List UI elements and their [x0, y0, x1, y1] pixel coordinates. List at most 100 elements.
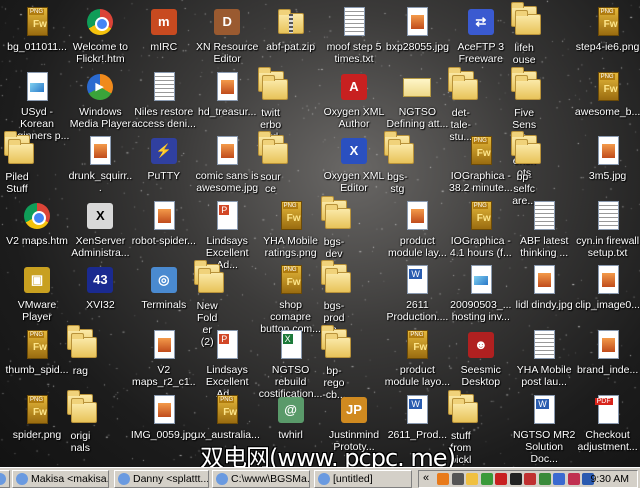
desktop-icon[interactable]: X XenServer Administra... [67, 200, 133, 259]
desktop-icon[interactable]: V2 maps_r2_c1... [131, 329, 197, 400]
desktop-icon[interactable]: IOGraphica - 4.1 hours (f... [448, 200, 514, 259]
desktop-icon[interactable]: product module layo... [384, 329, 450, 388]
desktop-icon[interactable]: @ twhirl [258, 394, 324, 441]
desktop-icon[interactable]: bxp28055.jpg [384, 6, 450, 53]
desktop-icon[interactable]: lidl dindy.jpg [511, 264, 577, 311]
taskbar-button[interactable]: ... [0, 470, 10, 488]
taskbar-button[interactable]: C:\www\BGSMa... [212, 470, 310, 488]
network-icon[interactable] [553, 473, 565, 485]
desktop-icon[interactable]: bp-selfcare... [511, 131, 542, 207]
desktop-icon-label: ABF latest thinking ... [519, 234, 569, 259]
desktop-icon[interactable]: 43 XVI32 [67, 264, 133, 311]
desktop-icon[interactable]: product module lay... [384, 200, 450, 259]
desktop-icon-label: abf-pat.zip [266, 41, 316, 53]
desktop-icon[interactable]: awesome_b... [575, 71, 640, 118]
desktop-icon[interactable]: 20090503_... hosting inv... [448, 264, 514, 323]
folder-icon [68, 330, 100, 362]
desktop-icon[interactable]: spider.png [4, 394, 70, 441]
desktop-icon[interactable]: Lindsays Excellent Ad... [194, 329, 260, 400]
desktop-icon[interactable]: source [257, 131, 288, 195]
taskbar-button[interactable]: Makisa <makisa... [12, 470, 109, 488]
desktop-icon[interactable]: originals [67, 389, 98, 454]
desktop-icon[interactable]: IMG_0059.jpg [131, 394, 197, 441]
desktop-icon[interactable]: det-tale-stu... [447, 66, 478, 143]
txt-icon [338, 6, 370, 38]
desktop-icon[interactable]: thumb_spid... [4, 329, 70, 376]
clock-app-icon[interactable] [466, 473, 478, 485]
desktop-icon[interactable]: robot-spider... [131, 200, 197, 247]
desktop-icon[interactable]: clip_image0... [575, 264, 640, 311]
desktop-icon[interactable]: drunk_squirr... [67, 135, 133, 194]
tray-expand-chevron[interactable]: « [423, 472, 429, 484]
desktop-icon[interactable]: stuff from pickles [447, 389, 478, 478]
desktop-icon[interactable]: Welcome to Flickr!.htm [67, 6, 133, 65]
app-icon: D [211, 6, 243, 38]
desktop-icon[interactable]: ABF latest thinking ... [511, 200, 577, 259]
desktop-icon[interactable]: NGTSO MR2 Solution Doc... [511, 394, 577, 465]
taskbar-button-label: Danny <splattt... [133, 473, 209, 485]
desktop-icon[interactable]: Windows Media Player [67, 71, 133, 130]
desktop-icon[interactable]: Piled Stuff [4, 131, 34, 195]
messenger-icon[interactable] [480, 473, 493, 485]
desktop-icon[interactable]: ▣ VMware Player [4, 264, 70, 323]
desktop-icon[interactable]: New Folder (2) [194, 260, 225, 348]
desktop-icon[interactable]: hd_treasur... [194, 71, 260, 118]
desktop-icon[interactable]: YHA Mobile ratings.png [258, 200, 324, 259]
desktop-icon[interactable]: IOGraphica - 38.2 minute... [448, 135, 514, 194]
desktop-icon-label: AceFTP 3 Freeware [457, 41, 505, 65]
folder-icon [449, 72, 481, 104]
desktop-icon-label: source [260, 171, 281, 196]
java-icon[interactable] [437, 473, 449, 485]
desktop-icon[interactable]: step4-ie6.png [575, 6, 640, 53]
desktop-icon[interactable]: abf-pat.zip [258, 6, 324, 53]
clock[interactable]: 9:30 AM [590, 473, 629, 485]
desktop-icon[interactable]: bgs-stg [384, 131, 415, 195]
folder-icon [259, 72, 291, 104]
desktop-icon[interactable]: bgs-prod-im... [321, 260, 351, 336]
desktop-icon[interactable]: cyn.in firewall setup.txt [575, 200, 640, 259]
jpg-icon [401, 6, 433, 38]
acrobat-icon[interactable] [495, 473, 507, 485]
desktop-icon[interactable]: D XN Resource Editor [194, 6, 260, 65]
desktop-icon[interactable]: moof step 5 times.txt [321, 6, 387, 65]
desktop-icon[interactable]: rag [67, 325, 98, 377]
desktop-icon[interactable]: Five Senses - Screenshots [511, 66, 542, 179]
desktop-icon[interactable]: ☻ Seesmic Desktop [448, 329, 514, 388]
desktop-icon[interactable]: Niles restore access deni... [131, 71, 197, 130]
desktop-icon-label: XVI32 [86, 299, 115, 312]
desktop-icon[interactable]: bgs-dev [321, 195, 351, 260]
desktop-icon[interactable]: NGTSO Defining att... [384, 71, 450, 130]
desktop-icon[interactable]: lifehouse-p... [511, 2, 542, 78]
desktop-icon[interactable]: X Oxygen XML Editor [321, 135, 387, 194]
desktop-icon[interactable]: 2611_Prod... [384, 394, 450, 441]
desktop-icon[interactable]: A Oxygen XML Author [321, 71, 387, 130]
desktop-icon[interactable]: NGTSO rebuild costification... [258, 329, 324, 400]
taskbar-button[interactable]: Danny <splattt... [114, 470, 209, 488]
desktop-icon-label: Oxygen XML Editor [323, 170, 385, 195]
update-icon[interactable] [538, 473, 551, 485]
ppt-icon [211, 329, 243, 361]
desktop-icon[interactable]: ux_australia... [194, 394, 260, 441]
taskbar-button[interactable]: [untitled] [314, 470, 412, 488]
tool-icon[interactable] [509, 473, 522, 485]
desktop-icon[interactable]: m mIRC [131, 6, 197, 53]
desktop-icon-label: IOGraphica - 4.1 hours (f... [449, 234, 512, 259]
desktop-icon[interactable]: YHA Mobile post lau... [511, 329, 577, 388]
desktop-icon[interactable]: comic sans is awesome.jpg [194, 135, 260, 194]
desktop-icon[interactable]: V2 maps.htm [4, 200, 70, 247]
desktop-icon[interactable]: ⇄ AceFTP 3 Freeware [448, 6, 514, 65]
word-icon [528, 394, 560, 426]
desktop-icon[interactable]: bg_011011... [4, 6, 70, 53]
desktop-icon[interactable]: brand_inde... [575, 329, 640, 376]
desktop-icon[interactable]: twitterboard [257, 66, 288, 143]
heart-icon[interactable] [567, 473, 580, 485]
desktop-icon[interactable]: ⚡ PuTTY [131, 135, 197, 182]
desktop-icon[interactable]: ◎ Terminals [131, 264, 197, 311]
desktop-icon[interactable]: Checkout adjustment... [575, 394, 640, 453]
desktop-icon[interactable]: 2611 Production.... [384, 264, 450, 323]
desktop-icon[interactable]: bp-rego-cb... [321, 325, 351, 401]
desktop-icon[interactable]: 3m5.jpg [575, 135, 640, 182]
desktop-icon[interactable]: shop comapre button com... [258, 264, 324, 335]
media-icon[interactable] [451, 473, 464, 485]
calendar-icon[interactable] [524, 473, 536, 485]
